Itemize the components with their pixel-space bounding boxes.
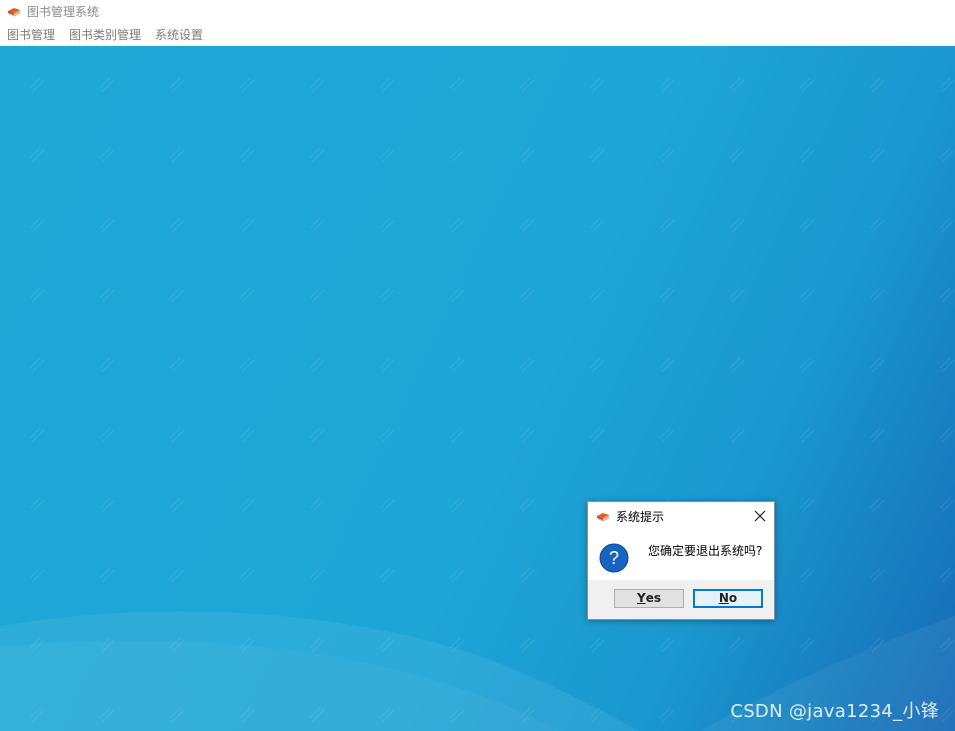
confirm-exit-dialog: 系统提示 ? 您确定要退出系统吗? Yes No [587,501,775,620]
question-icon: ? [599,543,629,573]
close-icon [754,510,766,522]
books-icon [7,4,21,18]
dialog-titlebar: 系统提示 [588,502,774,530]
application-window: 图书管理系统 图书管理 图书类别管理 系统设置 CSDN @java1234_小… [0,0,955,731]
dialog-footer: Yes No [588,580,774,619]
books-icon [596,509,610,523]
menu-book-category-management[interactable]: 图书类别管理 [62,24,148,46]
dialog-body: ? 您确定要退出系统吗? [588,530,774,580]
yes-button[interactable]: Yes [614,589,684,608]
dialog-title: 系统提示 [616,509,665,524]
close-button[interactable] [752,508,768,524]
menu-book-management[interactable]: 图书管理 [0,24,62,46]
dialog-message: 您确定要退出系统吗? [648,544,763,558]
background-waves [0,46,955,731]
watermark-text: CSDN @java1234_小锋 [730,701,939,722]
window-title: 图书管理系统 [27,4,100,19]
svg-text:?: ? [609,548,619,568]
yes-mnemonic: Y [637,591,646,605]
menu-system-settings[interactable]: 系统设置 [148,24,210,46]
menubar: 图书管理 图书类别管理 系统设置 [0,24,955,46]
desktop-background: CSDN @java1234_小锋 [0,46,955,731]
window-titlebar: 图书管理系统 [0,0,955,22]
no-label-rest: o [728,591,738,605]
yes-label-rest: es [645,591,661,605]
no-button[interactable]: No [693,589,763,608]
no-mnemonic: N [718,591,729,605]
